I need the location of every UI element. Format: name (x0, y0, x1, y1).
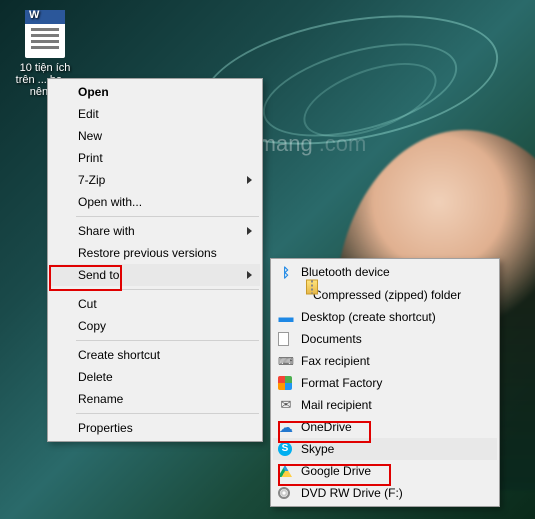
separator (76, 216, 259, 217)
sendto-mail[interactable]: Mail recipient (273, 394, 497, 416)
send-to-submenu: Bluetooth device Compressed (zipped) fol… (270, 258, 500, 507)
menu-print[interactable]: Print (50, 147, 260, 169)
menu-send-to[interactable]: Send to (50, 264, 260, 286)
onedrive-icon (278, 419, 294, 435)
menu-delete[interactable]: Delete (50, 366, 260, 388)
word-doc-icon (25, 10, 65, 58)
sendto-onedrive[interactable]: OneDrive (273, 416, 497, 438)
sendto-compressed[interactable]: Compressed (zipped) folder (273, 283, 497, 306)
sendto-skype[interactable]: Skype (273, 438, 497, 460)
context-menu: Open Edit New Print 7-Zip Open with... S… (47, 78, 263, 442)
chevron-right-icon (247, 176, 252, 184)
menu-new[interactable]: New (50, 125, 260, 147)
menu-7zip[interactable]: 7-Zip (50, 169, 260, 191)
menu-restore-versions[interactable]: Restore previous versions (50, 242, 260, 264)
separator (76, 413, 259, 414)
skype-icon (278, 442, 292, 456)
chevron-right-icon (247, 271, 252, 279)
documents-icon (278, 332, 289, 346)
format-factory-icon (278, 376, 292, 390)
sendto-format-factory[interactable]: Format Factory (273, 372, 497, 394)
menu-cut[interactable]: Cut (50, 293, 260, 315)
dvd-icon (278, 487, 290, 499)
menu-create-shortcut[interactable]: Create shortcut (50, 344, 260, 366)
sendto-fax[interactable]: Fax recipient (273, 350, 497, 372)
menu-edit[interactable]: Edit (50, 103, 260, 125)
chevron-right-icon (247, 227, 252, 235)
sendto-google-drive[interactable]: Google Drive (273, 460, 497, 482)
separator (76, 340, 259, 341)
sendto-documents[interactable]: Documents (273, 328, 497, 350)
menu-copy[interactable]: Copy (50, 315, 260, 337)
menu-share-with[interactable]: Share with (50, 220, 260, 242)
menu-open-with[interactable]: Open with... (50, 191, 260, 213)
desktop-icon (278, 309, 294, 325)
menu-open[interactable]: Open (50, 81, 260, 103)
google-drive-icon (278, 465, 292, 477)
bluetooth-icon (278, 264, 294, 280)
sendto-desktop[interactable]: Desktop (create shortcut) (273, 306, 497, 328)
fax-icon (278, 353, 294, 369)
separator (76, 289, 259, 290)
menu-properties[interactable]: Properties (50, 417, 260, 439)
menu-rename[interactable]: Rename (50, 388, 260, 410)
sendto-dvd[interactable]: DVD RW Drive (F:) (273, 482, 497, 504)
mail-icon (278, 397, 294, 413)
zip-icon (306, 280, 318, 295)
